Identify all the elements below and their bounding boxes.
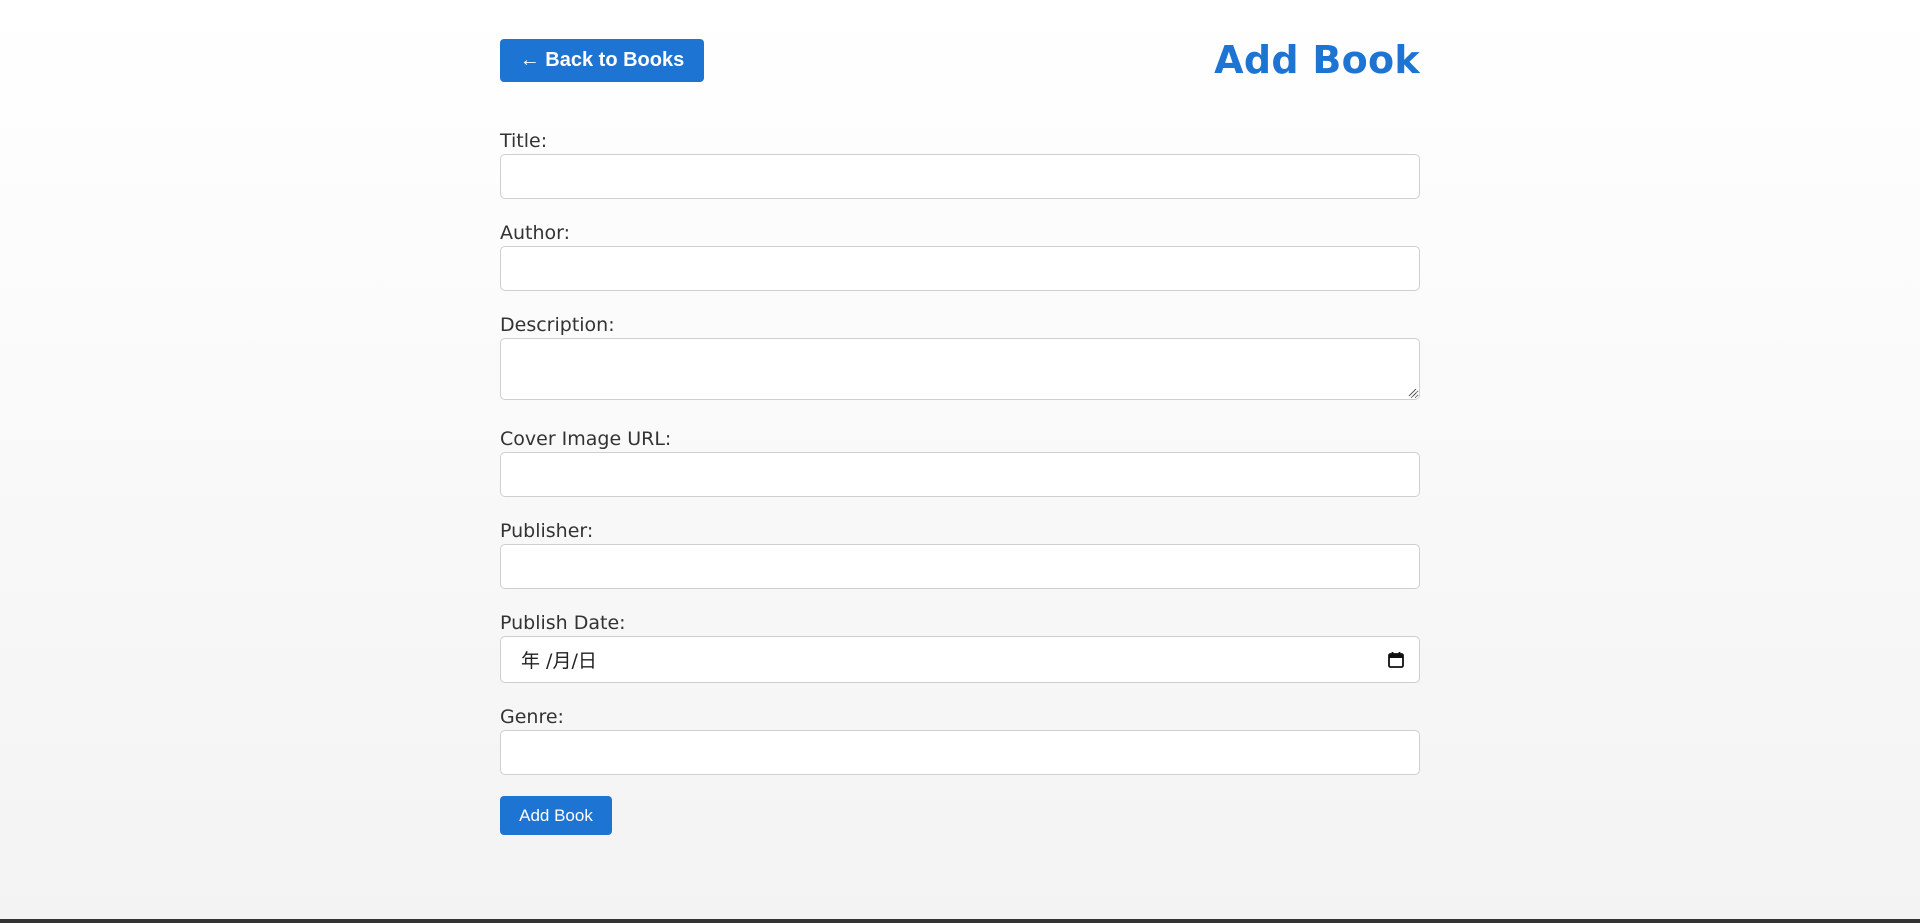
publish-date-label: Publish Date: <box>500 612 626 634</box>
author-label: Author: <box>500 222 571 244</box>
genre-label: Genre: <box>500 706 564 728</box>
resize-grip-icon[interactable] <box>1407 387 1417 397</box>
publish-date-input[interactable]: 年 /月/日 <box>500 636 1420 683</box>
description-label: Description: <box>500 314 615 336</box>
calendar-icon[interactable] <box>1387 651 1405 669</box>
description-textarea[interactable] <box>500 338 1420 400</box>
add-book-page: ← Back to Books Add Book Title: Author: … <box>500 0 1420 835</box>
page-header: ← Back to Books Add Book <box>500 0 1420 110</box>
description-wrapper <box>500 338 1420 400</box>
title-input[interactable] <box>500 154 1420 199</box>
publisher-input[interactable] <box>500 544 1420 589</box>
publisher-label: Publisher: <box>500 520 594 542</box>
publish-date-placeholder: 年 /月/日 <box>521 650 597 672</box>
title-label: Title: <box>500 130 548 152</box>
author-input[interactable] <box>500 246 1420 291</box>
cover-image-url-input[interactable] <box>500 452 1420 497</box>
page-title: Add Book <box>1214 38 1420 82</box>
add-book-submit-button[interactable]: Add Book <box>500 796 612 835</box>
cover-image-url-label: Cover Image URL: <box>500 428 672 450</box>
bottom-edge-bar <box>0 919 1920 923</box>
back-to-books-button[interactable]: ← Back to Books <box>500 39 704 82</box>
genre-input[interactable] <box>500 730 1420 775</box>
